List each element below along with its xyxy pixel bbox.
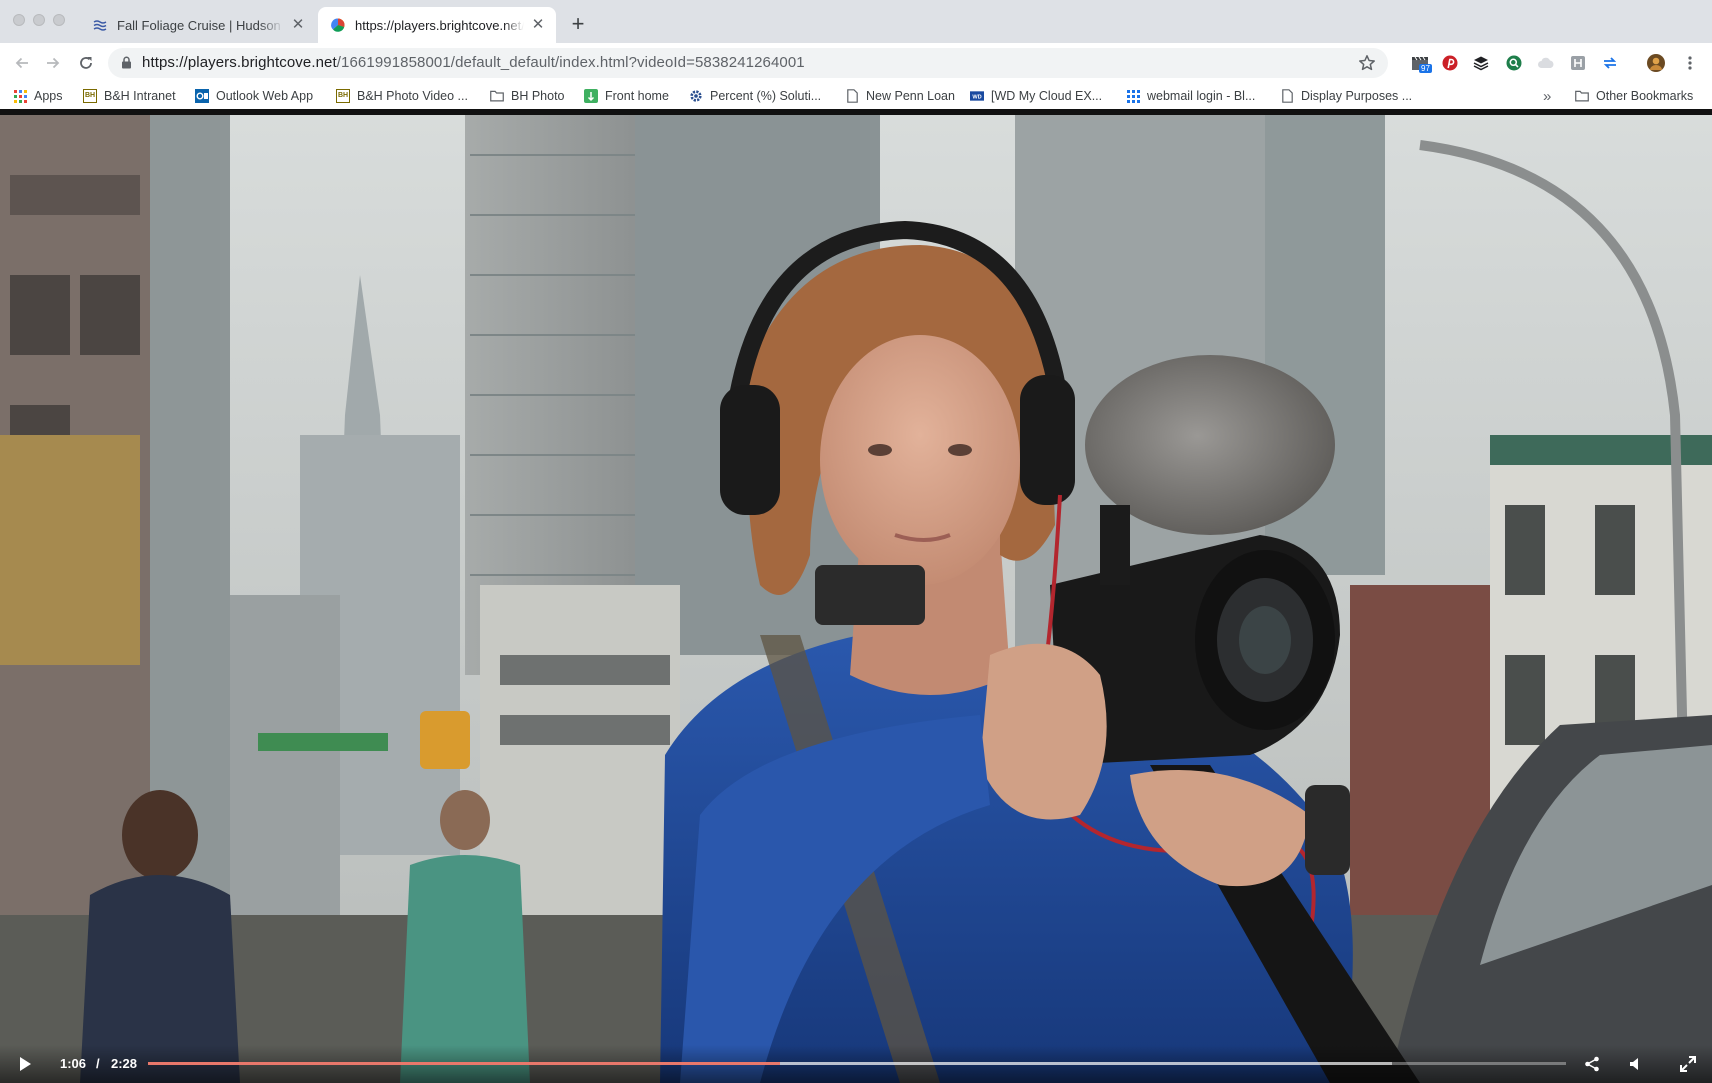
tab-title: Fall Foliage Cruise | Hudson River Cruis… bbox=[117, 17, 284, 33]
bookmark-label: Front home bbox=[605, 89, 669, 103]
page-icon bbox=[1280, 89, 1294, 103]
sync-arrows-icon[interactable] bbox=[1601, 54, 1619, 72]
page-icon bbox=[845, 89, 859, 103]
folder-icon bbox=[490, 89, 504, 103]
fullscreen-icon bbox=[1680, 1056, 1696, 1072]
extension-badge: 97 bbox=[1419, 64, 1432, 73]
bookmark-apps[interactable]: Apps bbox=[13, 87, 63, 105]
tab-title: https://players.brightcove.net/166199185… bbox=[355, 17, 524, 33]
bookmark-bh-photo-video[interactable]: BH B&H Photo Video ... bbox=[336, 87, 468, 105]
wd-icon: WD bbox=[970, 89, 984, 103]
bookmark-label: B&H Photo Video ... bbox=[357, 89, 468, 103]
bookmark-label: New Penn Loan bbox=[866, 89, 955, 103]
tab-close-icon[interactable]: ✕ bbox=[530, 17, 546, 33]
bookmarks-bar: Apps BH B&H Intranet Outlook Web App BH … bbox=[0, 83, 1712, 109]
url-host: https://players.brightcove.net bbox=[142, 54, 337, 71]
back-button[interactable] bbox=[10, 51, 34, 75]
bookmarks-overflow-chevron-icon[interactable]: » bbox=[1543, 87, 1551, 105]
url-path: /1661991858001/default_default/index.htm… bbox=[336, 54, 805, 71]
menu-kebab-icon[interactable] bbox=[1681, 54, 1699, 72]
bookmark-label: BH Photo bbox=[511, 89, 565, 103]
bookmark-new-penn-loan[interactable]: New Penn Loan bbox=[845, 87, 955, 105]
video-player[interactable]: 1:06 / 2:28 bbox=[0, 115, 1712, 1083]
current-time: 1:06 bbox=[60, 1056, 87, 1071]
bookmark-label: Apps bbox=[34, 89, 63, 103]
h-extension-icon[interactable] bbox=[1569, 54, 1587, 72]
close-window-button[interactable] bbox=[13, 14, 25, 26]
duration: 2:28 bbox=[111, 1056, 138, 1071]
arrow-left-icon bbox=[15, 57, 28, 69]
bookmark-bh-photo-folder[interactable]: BH Photo bbox=[490, 87, 565, 105]
speaker-icon bbox=[1630, 1058, 1638, 1070]
bookmark-percent-solutions[interactable]: Percent (%) Soluti... bbox=[689, 87, 821, 105]
bookmark-label: Display Purposes ... bbox=[1301, 89, 1413, 103]
bh-logo-icon: BH bbox=[336, 89, 350, 103]
browser-toolbar: https://players.brightcove.net/166199185… bbox=[0, 43, 1712, 83]
forward-button[interactable] bbox=[41, 51, 65, 75]
folder-icon bbox=[1575, 89, 1589, 103]
url-text: https://players.brightcove.net/166199185… bbox=[142, 54, 805, 71]
tab-brightcove-player[interactable]: https://players.brightcove.net/166199185… bbox=[318, 7, 556, 43]
minimize-window-button[interactable] bbox=[33, 14, 45, 26]
cloud-icon[interactable] bbox=[1537, 54, 1555, 72]
outlook-icon bbox=[195, 89, 209, 103]
bookmark-front-home[interactable]: Front home bbox=[584, 87, 669, 105]
bookmark-label: Other Bookmarks bbox=[1596, 89, 1694, 103]
progress-bar[interactable] bbox=[148, 1062, 1566, 1065]
bookmark-webmail-login[interactable]: webmail login - Bl... bbox=[1126, 87, 1255, 105]
bookmark-label: Percent (%) Soluti... bbox=[710, 89, 822, 103]
reload-icon bbox=[80, 57, 92, 69]
pinterest-icon[interactable] bbox=[1441, 54, 1459, 72]
tab-close-icon[interactable]: ✕ bbox=[290, 17, 306, 33]
played-bar bbox=[148, 1062, 781, 1065]
bookmark-bh-intranet[interactable]: BH B&H Intranet bbox=[83, 87, 176, 105]
apps-grid-icon bbox=[13, 89, 27, 103]
arrow-right-icon bbox=[47, 57, 60, 69]
reload-button[interactable] bbox=[74, 51, 98, 75]
bookmark-other-bookmarks[interactable]: Other Bookmarks bbox=[1575, 87, 1693, 105]
bh-logo-icon: BH bbox=[83, 89, 97, 103]
zoom-window-button[interactable] bbox=[53, 14, 65, 26]
volume-button[interactable] bbox=[1626, 1054, 1646, 1074]
bookmark-star-icon[interactable] bbox=[1358, 54, 1376, 75]
bookmark-label: Outlook Web App bbox=[216, 89, 314, 103]
player-control-bar: 1:06 / 2:28 bbox=[0, 1045, 1712, 1083]
gear-icon bbox=[689, 89, 703, 103]
tab-strip: Fall Foliage Cruise | Hudson River Cruis… bbox=[0, 0, 1712, 43]
play-icon bbox=[20, 1057, 31, 1071]
play-button[interactable] bbox=[16, 1055, 34, 1073]
video-frame-image bbox=[0, 115, 1712, 1083]
bookmark-label: [WD My Cloud EX... bbox=[991, 89, 1103, 103]
waves-icon bbox=[92, 17, 108, 33]
bookmark-display-purposes[interactable]: Display Purposes ... bbox=[1280, 87, 1412, 105]
search-extension-icon[interactable] bbox=[1505, 54, 1523, 72]
svg-text:WD: WD bbox=[972, 94, 981, 100]
clapperboard-extension-icon[interactable]: 97 bbox=[1411, 54, 1432, 73]
profile-avatar[interactable] bbox=[1647, 54, 1665, 72]
front-icon bbox=[584, 89, 598, 103]
address-bar[interactable]: https://players.brightcove.net/166199185… bbox=[108, 48, 1388, 78]
grid-icon bbox=[1126, 89, 1140, 103]
bookmark-label: webmail login - Bl... bbox=[1147, 89, 1256, 103]
share-button[interactable] bbox=[1582, 1054, 1602, 1074]
tab-fall-foliage[interactable]: Fall Foliage Cruise | Hudson River Cruis… bbox=[80, 7, 316, 43]
share-icon bbox=[1585, 1056, 1599, 1072]
layers-icon[interactable] bbox=[1472, 54, 1490, 72]
time-separator: / bbox=[96, 1056, 100, 1071]
fullscreen-button[interactable] bbox=[1678, 1054, 1698, 1074]
bookmark-wd-my-cloud[interactable]: WD [WD My Cloud EX... bbox=[970, 87, 1102, 105]
lock-icon bbox=[121, 56, 132, 72]
bookmark-outlook-web-app[interactable]: Outlook Web App bbox=[195, 87, 313, 105]
new-tab-button[interactable]: + bbox=[566, 13, 590, 37]
brightcove-icon bbox=[330, 17, 346, 33]
bookmark-label: B&H Intranet bbox=[104, 89, 176, 103]
